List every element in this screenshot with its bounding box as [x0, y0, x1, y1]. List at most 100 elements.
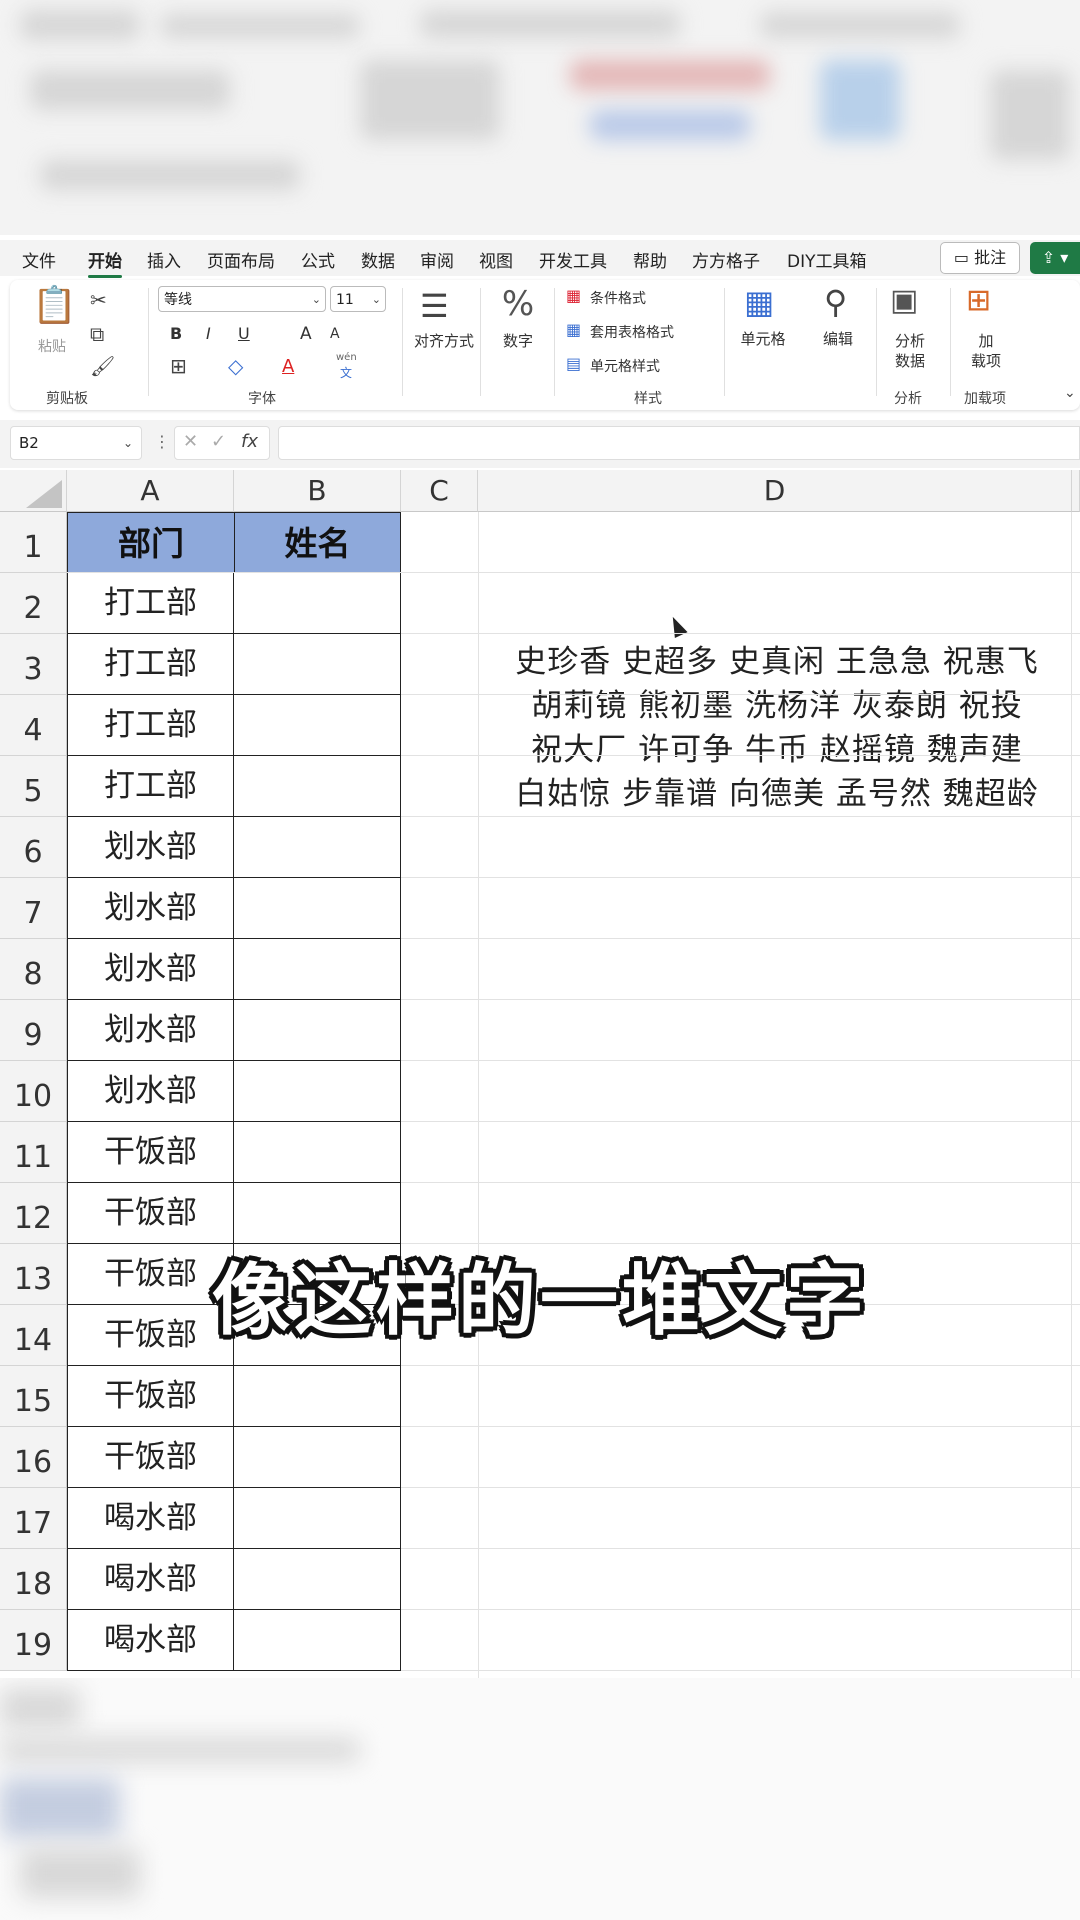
cell-name[interactable] — [234, 878, 401, 939]
font-color-button[interactable]: A — [282, 356, 294, 377]
header-cell-department[interactable]: 部门 — [67, 512, 235, 574]
menu-help[interactable]: 帮助 — [633, 247, 667, 272]
fill-color-icon[interactable]: ◇ — [228, 356, 243, 376]
collapse-ribbon-icon[interactable]: ⌄ — [1064, 386, 1076, 400]
cell-name[interactable] — [234, 695, 401, 756]
row-header[interactable]: 18 — [0, 1549, 67, 1610]
insert-function-icon[interactable]: fx — [241, 431, 258, 452]
addins-icon[interactable]: ⊞ — [966, 286, 991, 316]
menu-formulas[interactable]: 公式 — [301, 247, 335, 272]
cell-department[interactable]: 打工部 — [67, 573, 234, 634]
menu-data[interactable]: 数据 — [361, 247, 395, 272]
row-header[interactable]: 10 — [0, 1061, 67, 1122]
name-box[interactable]: B2 ⌄ — [10, 426, 142, 460]
cell-department[interactable]: 干饭部 — [67, 1427, 234, 1488]
cell-department[interactable]: 划水部 — [67, 939, 234, 1000]
bold-button[interactable]: B — [170, 324, 182, 343]
cancel-icon[interactable]: ✕ — [183, 431, 198, 452]
menu-page-layout[interactable]: 页面布局 — [207, 247, 275, 272]
copy-icon[interactable]: ⧉ — [90, 324, 104, 344]
addin-label-top[interactable]: 加 — [956, 330, 1016, 351]
confirm-icon[interactable]: ✓ — [211, 431, 226, 452]
row-header[interactable]: 19 — [0, 1610, 67, 1671]
cell-department[interactable]: 干饭部 — [67, 1183, 234, 1244]
phonetic-top[interactable]: wén — [336, 352, 357, 363]
table-format-button[interactable]: 套用表格格式 — [590, 322, 674, 342]
analyze-label-top[interactable]: 分析 — [880, 330, 940, 351]
cells-icon[interactable]: ▦ — [744, 286, 774, 318]
row-header[interactable]: 16 — [0, 1427, 67, 1488]
more-icon[interactable]: ⋮ — [154, 432, 170, 451]
cell-department[interactable]: 划水部 — [67, 1061, 234, 1122]
analyze-label-bottom[interactable]: 数据 — [880, 350, 940, 371]
grow-font-button[interactable]: A — [300, 324, 312, 344]
d-column-text[interactable]: 史珍香 史超多 史真闲 王急急 祝惠飞 胡莉镜 熊初墨 洗杨洋 灰泰朗 祝投 祝… — [478, 640, 1076, 816]
menu-file[interactable]: 文件 — [22, 247, 56, 272]
comment-button[interactable]: ▭ 批注 — [940, 242, 1020, 274]
share-button[interactable]: ⇪ ▾ — [1030, 242, 1080, 274]
cell-name[interactable] — [234, 1000, 401, 1061]
row-header[interactable]: 4 — [0, 695, 67, 756]
cell-department[interactable]: 打工部 — [67, 756, 234, 817]
select-all-corner[interactable] — [0, 470, 67, 512]
cell-name[interactable] — [234, 634, 401, 695]
menu-developer[interactable]: 开发工具 — [539, 247, 607, 272]
cell-department[interactable]: 打工部 — [67, 634, 234, 695]
row-header[interactable]: 3 — [0, 634, 67, 695]
cell-name[interactable] — [234, 1549, 401, 1610]
font-name-combo[interactable]: 等线 ⌄ — [158, 286, 326, 312]
cell-name[interactable] — [234, 1122, 401, 1183]
analyze-data-icon[interactable]: ▣ — [890, 286, 918, 316]
cell-name[interactable] — [234, 1366, 401, 1427]
row-header[interactable]: 9 — [0, 1000, 67, 1061]
cell-name[interactable] — [234, 817, 401, 878]
cell-name[interactable] — [234, 939, 401, 1000]
cell-department[interactable]: 干饭部 — [67, 1122, 234, 1183]
conditional-format-button[interactable]: 条件格式 — [590, 288, 646, 308]
cell-department[interactable]: 干饭部 — [67, 1366, 234, 1427]
paste-label[interactable]: 粘贴 — [38, 336, 66, 356]
menu-insert[interactable]: 插入 — [147, 247, 181, 272]
formula-input[interactable] — [278, 426, 1080, 460]
menu-view[interactable]: 视图 — [479, 247, 513, 272]
cell-style-button[interactable]: 单元格样式 — [590, 356, 660, 376]
search-icon[interactable]: ⚲ — [824, 286, 847, 318]
paste-icon[interactable]: 📋 — [32, 288, 77, 324]
align-button[interactable]: 对齐方式 — [402, 330, 486, 351]
cell-name[interactable] — [234, 1488, 401, 1549]
row-header[interactable]: 5 — [0, 756, 67, 817]
cell-department[interactable]: 划水部 — [67, 1000, 234, 1061]
menu-home[interactable]: 开始 — [88, 247, 122, 278]
font-size-combo[interactable]: 11 ⌄ — [330, 286, 386, 312]
cell-department[interactable]: 打工部 — [67, 695, 234, 756]
cell-department[interactable]: 划水部 — [67, 878, 234, 939]
row-header[interactable]: 12 — [0, 1183, 67, 1244]
align-icon[interactable]: ☰ — [420, 290, 449, 322]
addin-label-bottom[interactable]: 载项 — [956, 350, 1016, 371]
column-header-c[interactable]: C — [401, 470, 478, 512]
cell-name[interactable] — [234, 1061, 401, 1122]
phonetic-icon[interactable]: 文 — [340, 364, 352, 381]
row-header[interactable]: 11 — [0, 1122, 67, 1183]
shrink-font-button[interactable]: A — [330, 326, 340, 342]
edit-button[interactable]: 编辑 — [808, 328, 868, 349]
row-header[interactable]: 15 — [0, 1366, 67, 1427]
cell-department[interactable]: 喝水部 — [67, 1549, 234, 1610]
cut-icon[interactable]: ✂ — [90, 290, 107, 310]
percent-icon[interactable]: % — [488, 284, 548, 324]
row-header[interactable]: 17 — [0, 1488, 67, 1549]
cell-name[interactable] — [234, 756, 401, 817]
row-header[interactable]: 8 — [0, 939, 67, 1000]
row-header[interactable]: 2 — [0, 573, 67, 634]
column-header-a[interactable]: A — [67, 470, 234, 512]
number-button[interactable]: 数字 — [488, 330, 548, 351]
row-header[interactable]: 7 — [0, 878, 67, 939]
underline-button[interactable]: U — [238, 324, 250, 343]
header-cell-name[interactable]: 姓名 — [234, 512, 401, 574]
cell-name[interactable] — [234, 573, 401, 634]
row-header[interactable]: 1 — [0, 512, 67, 573]
italic-button[interactable]: I — [206, 324, 211, 343]
row-header[interactable]: 6 — [0, 817, 67, 878]
column-header-d[interactable]: D — [478, 470, 1072, 512]
cell-department[interactable]: 喝水部 — [67, 1488, 234, 1549]
